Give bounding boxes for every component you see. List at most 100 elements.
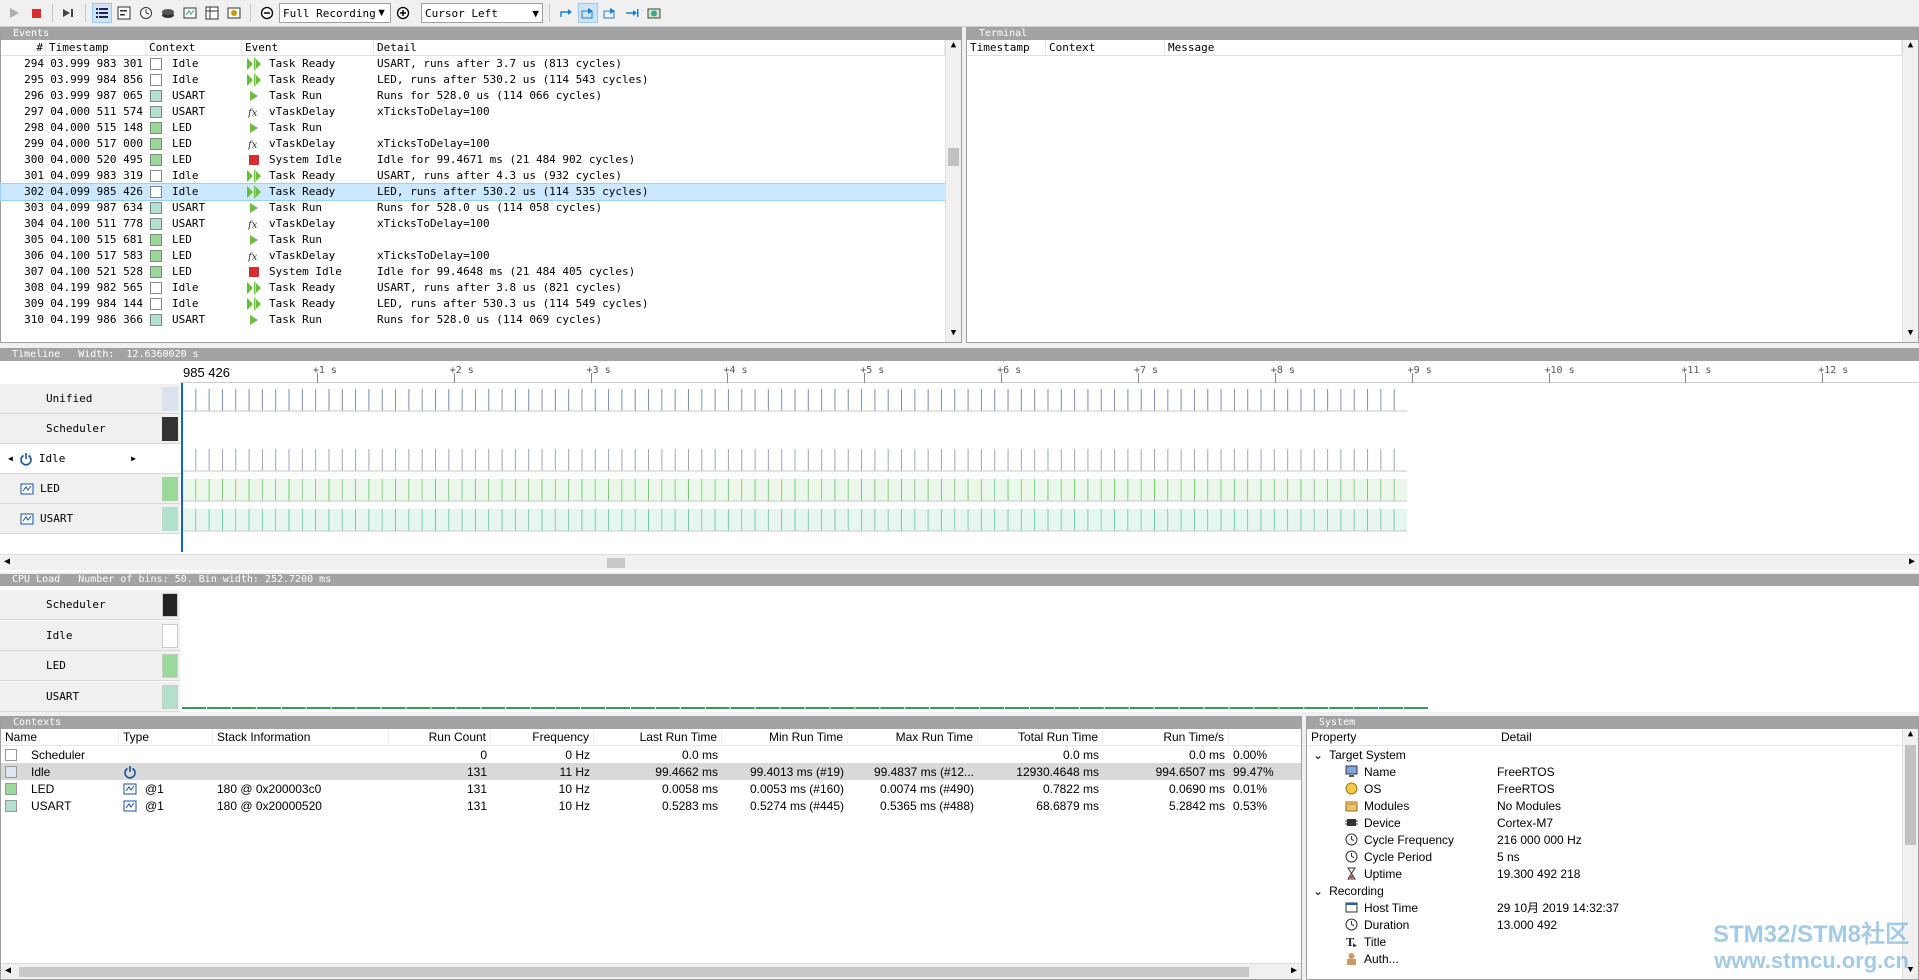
tree-item[interactable]: Cycle Period 5 ns <box>1307 848 1902 865</box>
scroll-thumb[interactable] <box>19 967 1249 977</box>
col-event[interactable]: Event <box>242 40 374 55</box>
zoom-out-button[interactable] <box>257 3 277 23</box>
timeline-row-unified[interactable]: Unified <box>0 384 180 414</box>
col-name[interactable]: Name <box>1 730 119 744</box>
tree-item[interactable]: Device Cortex-M7 <box>1307 814 1902 831</box>
settings-view-button[interactable] <box>224 3 244 23</box>
event-row[interactable]: 309 04.199 984 144 Idle Task Ready LED, runs… <box>1 296 945 312</box>
tree-item[interactable]: Cycle Frequency 216 000 000 Hz <box>1307 831 1902 848</box>
timeline-row-scheduler[interactable]: Scheduler <box>0 414 180 444</box>
jump-previous-button[interactable] <box>556 3 576 23</box>
cpu-load-row-scheduler[interactable]: Scheduler <box>0 590 180 620</box>
cpu-load-row-usart[interactable]: USART <box>0 681 180 712</box>
terminal-view-button[interactable] <box>114 3 134 23</box>
scroll-thumb[interactable] <box>1905 745 1916 845</box>
tree-group-target-system[interactable]: ⌄ Target System <box>1307 746 1902 763</box>
col-last-run-time[interactable]: Last Run Time <box>594 730 722 744</box>
event-row[interactable]: 304 04.100 511 778 USART fx vTaskDelay xTicks… <box>1 216 945 232</box>
event-row[interactable]: 306 04.100 517 583 LED fx vTaskDelay xTicksTo… <box>1 248 945 264</box>
event-row[interactable]: 296 03.999 987 065 USART Task Run Runs for 5… <box>1 88 945 104</box>
events-view-button[interactable] <box>92 3 112 23</box>
scroll-down-arrow[interactable]: ▼ <box>1903 328 1918 342</box>
cpu-load-row-idle[interactable]: Idle <box>0 620 180 651</box>
timeline-graph[interactable] <box>182 385 1919 550</box>
scroll-left-arrow[interactable]: ◀ <box>5 965 11 976</box>
cpu-load-view-button[interactable] <box>158 3 178 23</box>
snapshot-button[interactable] <box>644 3 664 23</box>
chevron-down-icon[interactable]: ⌄ <box>1313 749 1323 761</box>
timeline-horizontal-scrollbar[interactable]: ◀ ▶ <box>0 554 1919 570</box>
col-type[interactable]: Type <box>119 730 213 744</box>
col-property[interactable]: Property <box>1307 730 1497 744</box>
tree-item[interactable]: Name FreeRTOS <box>1307 763 1902 780</box>
timeline-ruler[interactable]: 985 426 +1 s +2 s +3 s +4 s +5 s +6 s +7 s +8 s… <box>180 363 1919 383</box>
event-row[interactable]: 310 04.199 986 366 USART Task Run Runs for 5… <box>1 312 945 328</box>
timeline-cursor[interactable] <box>180 383 184 552</box>
event-row[interactable]: 299 04.000 517 000 LED fx vTaskDelay xTicksTo… <box>1 136 945 152</box>
col-context[interactable]: Context <box>146 40 242 55</box>
col-stack-information[interactable]: Stack Information <box>213 730 389 744</box>
context-row[interactable]: USART @1 180 @ 0x20000520 131 10 Hz 0.5283 ms… <box>1 797 1301 814</box>
timeline-row-idle[interactable]: ◀ Idle ▶ <box>0 444 180 474</box>
col-timestamp[interactable]: Timestamp <box>967 40 1046 55</box>
events-vertical-scrollbar[interactable]: ▲ ▼ <box>945 40 961 342</box>
event-row[interactable]: 297 04.000 511 574 USART fx vTaskDelay xTicks… <box>1 104 945 120</box>
col-detail[interactable]: Detail <box>374 40 945 55</box>
event-row[interactable]: 308 04.199 982 565 Idle Task Ready USART, ru… <box>1 280 945 296</box>
stop-recording-button[interactable] <box>26 3 46 23</box>
recording-mode-select[interactable]: Full Recording ▼ <box>279 3 391 23</box>
scroll-down-arrow[interactable]: ▼ <box>946 328 961 342</box>
tree-item[interactable]: Host Time 29 10月 2019 14:32:37 <box>1307 899 1902 916</box>
jump-end-button[interactable] <box>622 3 642 23</box>
col-total-run-time[interactable]: Total Run Time <box>978 730 1103 744</box>
tree-item[interactable]: OS FreeRTOS <box>1307 780 1902 797</box>
timeline-view-button[interactable] <box>136 3 156 23</box>
col-detail[interactable]: Detail <box>1497 730 1902 744</box>
event-row[interactable]: 300 04.000 520 495 LED System Idle Idle for … <box>1 152 945 168</box>
contexts-view-button[interactable] <box>180 3 200 23</box>
event-row[interactable]: 294 03.999 983 301 Idle Task Ready USART, ru… <box>1 56 945 72</box>
event-row[interactable]: 301 04.099 983 319 Idle Task Ready USART, ru… <box>1 168 945 184</box>
col-message[interactable]: Message <box>1165 40 1902 55</box>
cursor-mode-select[interactable]: Cursor Left ▼ <box>421 3 543 23</box>
context-row[interactable]: Scheduler 0 0 Hz 0.0 ms 0.0 ms 0.0 ms 0.00% <box>1 746 1301 763</box>
go-to-end-button[interactable] <box>59 3 79 23</box>
tree-item[interactable]: Modules No Modules <box>1307 797 1902 814</box>
context-row[interactable]: Idle 131 11 Hz 99.4662 ms 99.4013 ms (#19) 99… <box>1 763 1301 780</box>
scroll-right-arrow[interactable]: ▶ <box>1291 965 1297 976</box>
event-row[interactable]: 298 04.000 515 148 LED Task Run <box>1 120 945 136</box>
timeline-row-usart[interactable]: USART <box>0 504 180 534</box>
scroll-left-arrow[interactable]: ◀ <box>4 556 10 567</box>
context-row[interactable]: LED @1 180 @ 0x200003c0 131 10 Hz 0.0058 ms 0.… <box>1 780 1301 797</box>
col-min-run-time[interactable]: Min Run Time <box>722 730 848 744</box>
event-row[interactable]: 303 04.099 987 634 USART Task Run Runs for 5… <box>1 200 945 216</box>
timeline-row-led[interactable]: LED <box>0 474 180 504</box>
col-number[interactable]: # <box>1 40 46 55</box>
cpu-load-graph[interactable] <box>182 588 1919 710</box>
chevron-down-icon[interactable]: ⌄ <box>1313 885 1323 897</box>
scroll-up-arrow[interactable]: ▲ <box>946 40 961 54</box>
event-row[interactable]: 307 04.100 521 528 LED System Idle Idle for … <box>1 264 945 280</box>
zoom-in-button[interactable] <box>393 3 413 23</box>
scroll-thumb[interactable] <box>948 148 959 166</box>
jump-cursor-button[interactable] <box>578 3 598 23</box>
event-row[interactable]: 295 03.999 984 856 Idle Task Ready LED, runs… <box>1 72 945 88</box>
scroll-up-arrow[interactable]: ▲ <box>1903 40 1918 54</box>
system-view-button[interactable] <box>202 3 222 23</box>
col-max-run-time[interactable]: Max Run Time <box>848 730 978 744</box>
contexts-horizontal-scrollbar[interactable]: ◀ ▶ <box>1 963 1301 979</box>
col-run-count[interactable]: Run Count <box>389 730 491 744</box>
col-run-time-s[interactable]: Run Time/s <box>1103 730 1229 744</box>
scroll-right-arrow[interactable]: ▶ <box>1909 556 1915 567</box>
collapse-left-icon[interactable]: ◀ <box>8 454 13 463</box>
col-context[interactable]: Context <box>1046 40 1165 55</box>
col-timestamp[interactable]: Timestamp <box>46 40 146 55</box>
tree-group-recording[interactable]: ⌄ Recording <box>1307 882 1902 899</box>
expand-right-icon[interactable]: ▶ <box>131 454 136 463</box>
event-row[interactable]: 305 04.100 515 681 LED Task Run <box>1 232 945 248</box>
scroll-thumb[interactable] <box>607 558 625 568</box>
event-row[interactable]: 302 04.099 985 426 Idle Task Ready LED, runs… <box>0 183 946 201</box>
scroll-up-arrow[interactable]: ▲ <box>1903 729 1918 743</box>
jump-next-button[interactable] <box>600 3 620 23</box>
cpu-load-row-led[interactable]: LED <box>0 651 180 681</box>
